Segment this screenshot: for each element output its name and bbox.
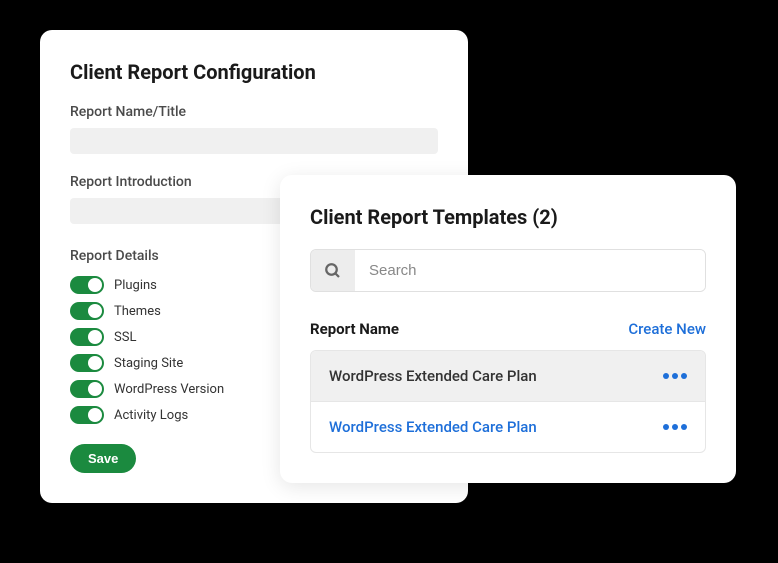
templates-card: Client Report Templates (2) Report Name … — [280, 175, 736, 483]
template-row[interactable]: WordPress Extended Care Plan — [311, 401, 705, 452]
toggle-plugins[interactable] — [70, 276, 104, 294]
toggle-label-themes: Themes — [114, 304, 161, 319]
template-name: WordPress Extended Care Plan — [329, 367, 537, 385]
template-name: WordPress Extended Care Plan — [329, 418, 537, 436]
report-name-input[interactable] — [70, 128, 438, 154]
templates-title: Client Report Templates (2) — [310, 205, 706, 229]
more-actions-icon[interactable] — [663, 424, 687, 430]
template-list: WordPress Extended Care Plan WordPress E… — [310, 350, 706, 453]
templates-table-header: Report Name Create New — [310, 320, 706, 338]
config-title: Client Report Configuration — [70, 60, 438, 84]
toggle-label-ssl: SSL — [114, 330, 136, 345]
toggle-staging[interactable] — [70, 354, 104, 372]
search-container — [310, 249, 706, 292]
report-name-column-header: Report Name — [310, 320, 399, 338]
more-actions-icon[interactable] — [663, 373, 687, 379]
search-input[interactable] — [355, 250, 705, 291]
toggle-label-staging: Staging Site — [114, 356, 183, 371]
toggle-wp-version[interactable] — [70, 380, 104, 398]
search-icon — [311, 250, 355, 291]
toggle-label-plugins: Plugins — [114, 278, 157, 293]
toggle-themes[interactable] — [70, 302, 104, 320]
create-new-link[interactable]: Create New — [628, 320, 706, 338]
toggle-ssl[interactable] — [70, 328, 104, 346]
template-row[interactable]: WordPress Extended Care Plan — [311, 351, 705, 401]
toggle-label-wp-version: WordPress Version — [114, 382, 224, 397]
save-button[interactable]: Save — [70, 444, 136, 473]
toggle-label-activity-logs: Activity Logs — [114, 408, 188, 423]
report-name-label: Report Name/Title — [70, 104, 438, 120]
toggle-activity-logs[interactable] — [70, 406, 104, 424]
